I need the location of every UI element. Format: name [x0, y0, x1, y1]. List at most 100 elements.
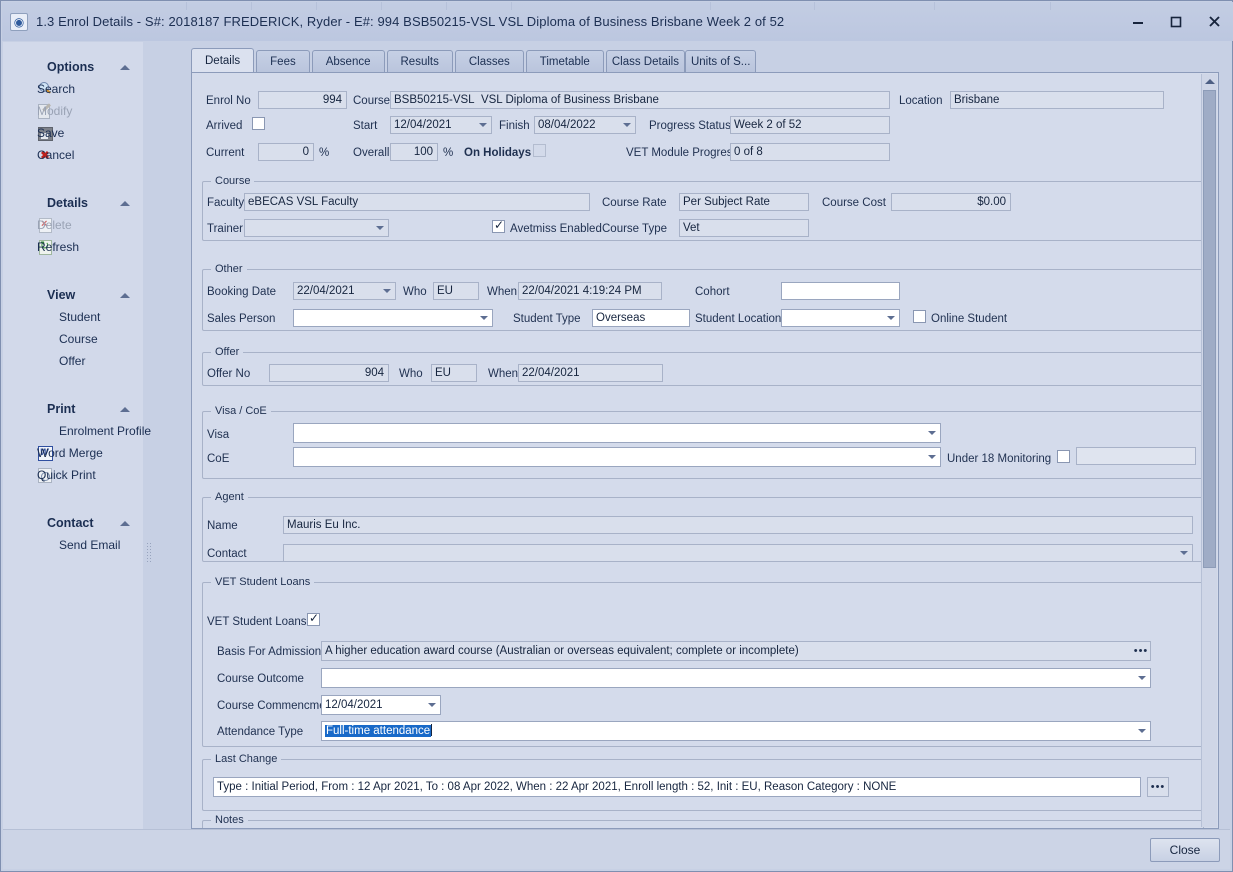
offer-when-field[interactable]: 22/04/2021	[518, 364, 663, 382]
sales-person-combo[interactable]	[293, 309, 493, 327]
booking-when-field[interactable]: 22/04/2021 4:19:24 PM	[518, 282, 662, 300]
tab-label: Details	[205, 55, 240, 67]
last-change-ellipsis-button[interactable]: •••	[1147, 777, 1169, 797]
booking-date-value: 22/04/2021	[297, 285, 355, 297]
nav-item-refresh[interactable]: Refresh	[3, 236, 143, 258]
tab-absence[interactable]: Absence	[312, 50, 385, 73]
chevron-up-icon[interactable]	[119, 403, 131, 415]
chevron-down-icon[interactable]	[924, 426, 939, 440]
vet-module-progress-field[interactable]: 0 of 8	[730, 143, 890, 161]
nav-item-modify[interactable]: Modify	[3, 100, 143, 122]
nav-item-cancel[interactable]: ✖ Cancel	[3, 144, 143, 166]
splitter-grip-icon[interactable]	[146, 542, 151, 562]
basis-for-admission-field[interactable]: A higher education award course (Austral…	[321, 641, 1151, 661]
nav-group-header-options[interactable]: Options	[3, 56, 143, 78]
tab-classes[interactable]: Classes	[455, 50, 524, 73]
chevron-up-icon[interactable]	[119, 61, 131, 73]
enrol-no-field[interactable]: 994	[258, 91, 347, 109]
nav-item-enrolment-profile[interactable]: Enrolment Profile	[3, 420, 143, 442]
coe-combo[interactable]	[293, 447, 941, 467]
close-window-button[interactable]	[1195, 3, 1233, 41]
chevron-down-icon[interactable]	[372, 221, 387, 235]
nav-item-course[interactable]: Course	[3, 328, 143, 350]
last-change-field[interactable]: Type : Initial Period, From : 12 Apr 202…	[213, 777, 1141, 797]
chevron-up-icon[interactable]	[119, 517, 131, 529]
tab-class-details[interactable]: Class Details	[606, 50, 685, 73]
agent-contact-combo[interactable]	[283, 544, 1193, 562]
nav-item-quick-print[interactable]: Quick Print	[3, 464, 143, 486]
tab-results[interactable]: Results	[387, 50, 453, 73]
course-cost-label: Course Cost	[822, 196, 886, 210]
form-vertical-scrollbar[interactable]	[1201, 74, 1217, 827]
avetmiss-enabled-checkbox[interactable]	[492, 220, 505, 233]
nav-item-delete[interactable]: Delete	[3, 214, 143, 236]
course-cost-field[interactable]: $0.00	[891, 193, 1011, 211]
chevron-down-icon[interactable]	[924, 450, 939, 464]
arrived-checkbox[interactable]	[252, 117, 265, 130]
nav-group-header-details[interactable]: Details	[3, 192, 143, 214]
trainer-combo[interactable]	[244, 219, 389, 237]
current-percent-field[interactable]: 0	[258, 143, 314, 161]
tab-details[interactable]: Details	[191, 48, 254, 73]
chevron-down-icon[interactable]	[379, 284, 394, 298]
student-type-field[interactable]: Overseas	[592, 309, 690, 327]
cohort-field[interactable]	[781, 282, 900, 300]
online-student-checkbox[interactable]	[913, 310, 926, 323]
course-type-field[interactable]: Vet	[679, 219, 809, 237]
panel-splitter[interactable]	[145, 42, 153, 869]
tab-units-of-study[interactable]: Units of S...	[685, 50, 756, 73]
chevron-down-icon[interactable]	[619, 118, 634, 132]
nav-item-send-email[interactable]: Send Email	[3, 534, 143, 556]
chevron-down-icon[interactable]	[424, 698, 439, 712]
tab-fees[interactable]: Fees	[256, 50, 310, 73]
notes-group: Notes	[202, 820, 1204, 829]
overall-percent-field[interactable]: 100	[390, 143, 438, 161]
booking-date-combo[interactable]: 22/04/2021	[293, 282, 396, 300]
on-holidays-checkbox[interactable]	[533, 144, 546, 157]
chevron-down-icon[interactable]	[883, 311, 898, 325]
nav-item-search[interactable]: Search	[3, 78, 143, 100]
nav-group-header-print[interactable]: Print	[3, 398, 143, 420]
offer-no-field[interactable]: 904	[269, 364, 389, 382]
under-18-monitoring-value-field[interactable]	[1076, 447, 1196, 465]
under-18-monitoring-checkbox[interactable]	[1057, 450, 1070, 463]
agent-name-field[interactable]: Mauris Eu Inc.	[283, 516, 1193, 534]
scrollbar-thumb[interactable]	[1203, 90, 1216, 568]
course-field[interactable]: BSB50215-VSL VSL Diploma of Business Bri…	[390, 91, 890, 109]
maximize-button[interactable]	[1157, 3, 1195, 41]
chevron-down-icon[interactable]	[1176, 546, 1191, 560]
booking-who-field[interactable]: EU	[433, 282, 479, 300]
chevron-down-icon[interactable]	[1134, 671, 1149, 685]
nav-item-word-merge[interactable]: Word Merge	[3, 442, 143, 464]
scroll-up-arrow-icon[interactable]	[1202, 74, 1217, 89]
start-date-combo[interactable]: 12/04/2021	[390, 116, 492, 134]
attendance-type-combo[interactable]: Full-time attendance	[321, 721, 1151, 741]
finish-date-combo[interactable]: 08/04/2022	[534, 116, 636, 134]
student-location-combo[interactable]	[781, 309, 900, 327]
course-rate-field[interactable]: Per Subject Rate	[679, 193, 809, 211]
nav-item-label: Word Merge	[37, 446, 103, 460]
chevron-up-icon[interactable]	[119, 289, 131, 301]
progress-status-field[interactable]: Week 2 of 52	[730, 116, 890, 134]
nav-item-offer[interactable]: Offer	[3, 350, 143, 372]
minimize-button[interactable]	[1119, 3, 1157, 41]
vsl-checkbox[interactable]	[307, 613, 320, 626]
location-field[interactable]: Brisbane	[950, 91, 1164, 109]
chevron-up-icon[interactable]	[119, 197, 131, 209]
tab-timetable[interactable]: Timetable	[526, 50, 604, 73]
nav-item-save[interactable]: Save	[3, 122, 143, 144]
chevron-down-icon[interactable]	[475, 118, 490, 132]
course-outcome-combo[interactable]	[321, 668, 1151, 688]
basis-for-admission-ellipsis-button[interactable]: •••	[1130, 641, 1152, 661]
chevron-down-icon[interactable]	[1134, 724, 1149, 738]
visa-combo[interactable]	[293, 423, 941, 443]
chevron-down-icon[interactable]	[476, 311, 491, 325]
course-commencement-combo[interactable]: 12/04/2021	[321, 695, 441, 715]
offer-who-field[interactable]: EU	[431, 364, 477, 382]
close-button[interactable]: Close	[1150, 838, 1220, 862]
faculty-field[interactable]: eBECAS VSL Faculty	[244, 193, 590, 211]
nav-group-header-view[interactable]: View	[3, 284, 143, 306]
nav-item-student[interactable]: Student	[3, 306, 143, 328]
nav-group-header-contact[interactable]: Contact	[3, 512, 143, 534]
cohort-label: Cohort	[695, 285, 730, 299]
